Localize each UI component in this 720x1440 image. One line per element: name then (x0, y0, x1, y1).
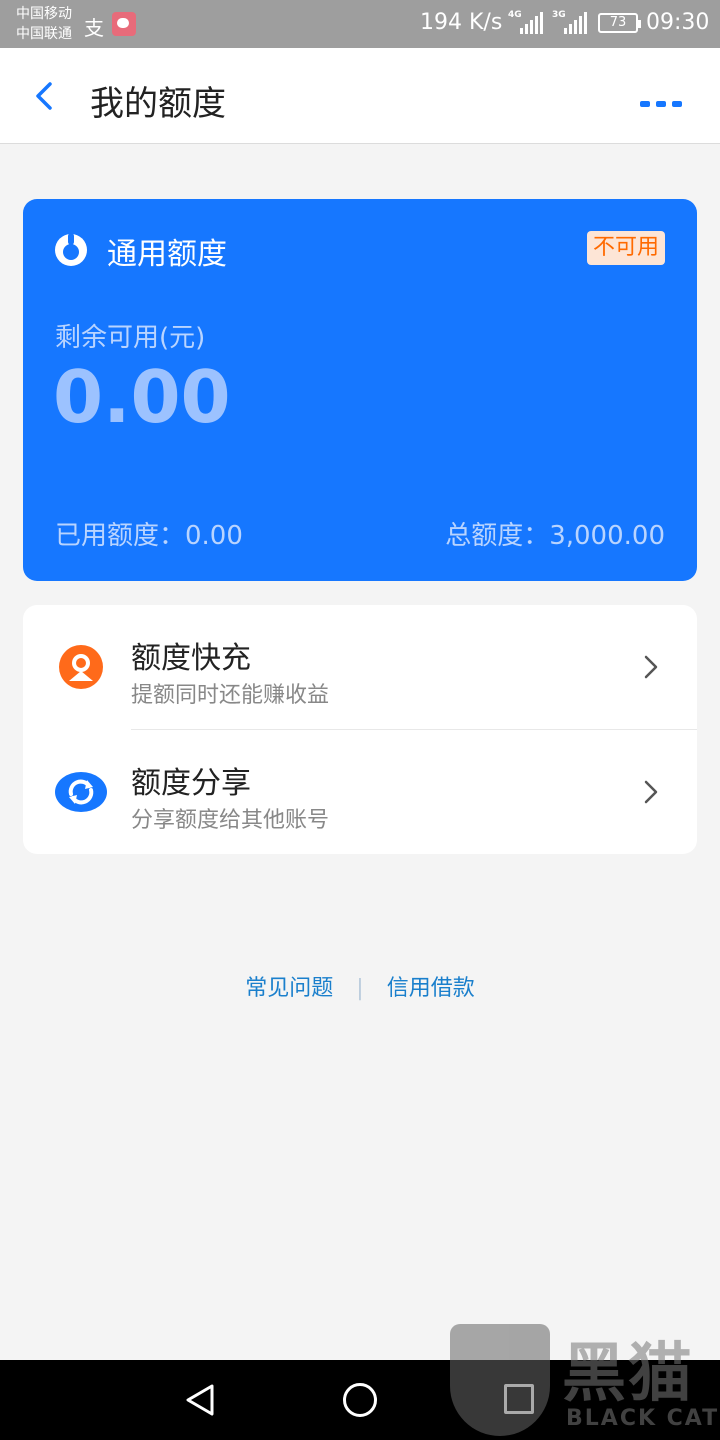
footer-links: 常见问题 | 信用借款 (0, 970, 720, 1002)
app-header: 我的额度 (0, 48, 720, 144)
quota-logo-icon (55, 233, 87, 266)
link-separator: | (356, 976, 364, 1001)
option-title: 额度快充 (131, 641, 251, 676)
credit-loan-link[interactable]: 信用借款 (387, 970, 475, 1002)
option-description: 提额同时还能赚收益 (131, 683, 330, 708)
clock: 09:30 (646, 10, 710, 35)
status-badge: 不可用 (586, 231, 665, 265)
page-title: 我的额度 (90, 84, 226, 124)
quick-charge-icon (59, 645, 103, 689)
battery-icon: 73 (598, 13, 641, 33)
quota-card: 通用额度 不可用 剩余可用(元) 0.00 已用额度：0.00 总额度：3,00… (23, 199, 697, 581)
carrier-1: 中国移动 (16, 6, 72, 22)
options-list: 额度快充 提额同时还能赚收益 额度分享 分享额度给其他账号 (23, 605, 697, 854)
card-title: 通用额度 (107, 237, 227, 272)
alipay-notification-icon: 支 (84, 16, 104, 40)
carrier-info: 中国移动 中国联通 (16, 4, 72, 44)
total-quota: 总额度：3,000.00 (445, 521, 665, 551)
used-quota: 已用额度：0.00 (55, 521, 243, 551)
available-label: 剩余可用(元) (55, 323, 206, 353)
share-icon (55, 772, 107, 812)
chevron-left-icon[interactable] (32, 80, 56, 112)
option-title: 额度分享 (131, 766, 251, 801)
faq-link[interactable]: 常见问题 (245, 970, 333, 1002)
status-bar: 中国移动 中国联通 支 194 K/s 4G 3G 73 09:30 (0, 0, 720, 48)
option-quick-charge[interactable]: 额度快充 提额同时还能赚收益 (23, 605, 697, 730)
nav-home-icon[interactable] (343, 1383, 377, 1417)
available-amount: 0.00 (53, 355, 231, 439)
nav-recents-icon[interactable] (504, 1384, 534, 1414)
chevron-right-icon (644, 655, 658, 679)
more-icon[interactable] (640, 92, 688, 107)
chevron-right-icon (644, 780, 658, 804)
option-share[interactable]: 额度分享 分享额度给其他账号 (23, 730, 697, 854)
carrier-2: 中国联通 (16, 26, 72, 42)
app-notification-icon (112, 12, 136, 36)
nav-back-icon[interactable] (184, 1382, 216, 1418)
system-nav-bar (0, 1360, 720, 1440)
option-description: 分享额度给其他账号 (131, 808, 330, 833)
network-speed: 194 K/s (420, 10, 503, 35)
